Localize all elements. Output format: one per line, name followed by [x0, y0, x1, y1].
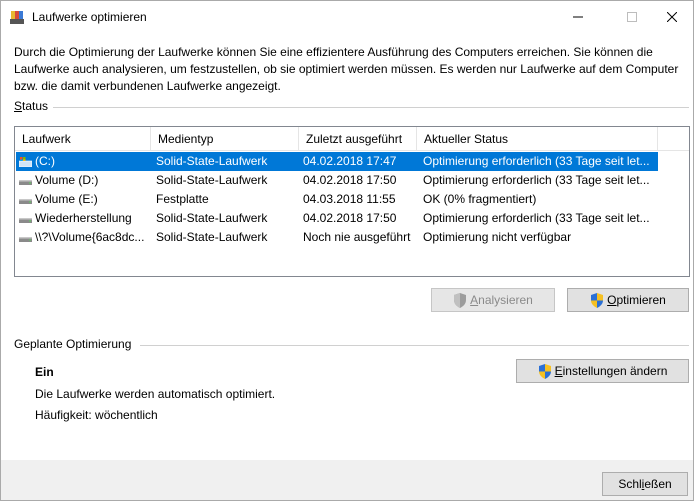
table-row[interactable]: \\?\Volume{6ac8dc... Solid-State-Laufwer…: [16, 228, 658, 247]
drive-icon: [19, 198, 32, 204]
minimize-button[interactable]: [555, 1, 601, 32]
column-header-media-type[interactable]: Medientyp: [151, 127, 299, 151]
change-settings-button[interactable]: Einstellungen ändern: [516, 359, 689, 383]
drive-icon: [19, 179, 32, 185]
close-label-rest: eßen: [644, 477, 672, 491]
last-run-cell: 04.03.2018 11:55: [303, 192, 396, 206]
status-divider: [53, 107, 689, 108]
status-accel: S: [14, 99, 23, 113]
table-row[interactable]: Volume (E:) Festplatte 04.03.2018 11:55 …: [16, 190, 658, 209]
media-type-cell: Solid-State-Laufwerk: [156, 173, 268, 187]
optimize-button[interactable]: Optimieren: [567, 288, 689, 312]
analyze-button[interactable]: Analysieren: [431, 288, 555, 312]
drive-name: (C:): [35, 154, 55, 168]
uac-shield-icon: [591, 292, 604, 308]
analyze-label: Analysieren: [470, 293, 533, 307]
drive-cell: Wiederherstellung: [19, 209, 151, 228]
drive-cell: Volume (D:): [19, 171, 151, 190]
scheduled-description: Die Laufwerke werden automatisch optimie…: [35, 387, 276, 401]
analyze-accel: A: [470, 293, 479, 307]
status-cell: OK (0% fragmentiert): [423, 192, 537, 206]
scheduled-frequency: Häufigkeit: wöchentlich: [35, 408, 158, 422]
column-header-current-status[interactable]: Aktueller Status: [417, 127, 658, 151]
system-drive-icon: [19, 156, 32, 167]
close-icon: [667, 11, 677, 22]
maximize-icon: [627, 11, 637, 22]
status-label-rest: tatus: [22, 99, 49, 113]
optimize-drives-window: Laufwerke optimieren Durch die Optimieru…: [0, 0, 694, 501]
drive-name: Wiederherstellung: [35, 211, 132, 225]
drive-list[interactable]: Laufwerk Medientyp Zuletzt ausgeführt Ak…: [14, 126, 690, 277]
drive-cell: Volume (E:): [19, 190, 151, 209]
last-run-cell: 04.02.2018 17:47: [303, 154, 397, 168]
dialog-footer: [1, 460, 693, 500]
drive-cell: \\?\Volume{6ac8dc...: [19, 228, 151, 247]
close-label-prefix: Schl: [618, 477, 642, 491]
settings-label-rest: instellungen ändern: [562, 364, 668, 378]
media-type-cell: Solid-State-Laufwerk: [156, 230, 268, 244]
drive-icon: [19, 236, 32, 242]
title-bar[interactable]: Laufwerke optimieren: [1, 1, 693, 32]
window-title: Laufwerke optimieren: [32, 10, 147, 24]
optimize-label-rest: ptimieren: [616, 293, 666, 307]
table-row[interactable]: Volume (D:) Solid-State-Laufwerk 04.02.2…: [16, 171, 658, 190]
close-label: Schließen: [618, 477, 671, 491]
status-cell: Optimierung nicht verfügbar: [423, 230, 572, 244]
last-run-cell: Noch nie ausgeführt: [303, 230, 411, 244]
media-type-cell: Solid-State-Laufwerk: [156, 211, 268, 225]
status-cell: Optimierung erforderlich (33 Tage seit l…: [423, 154, 650, 168]
optimize-label: Optimieren: [607, 293, 666, 307]
app-icon: [10, 11, 24, 24]
drive-icon: [19, 217, 32, 223]
column-header-last-run[interactable]: Zuletzt ausgeführt: [299, 127, 417, 151]
close-window-button[interactable]: [649, 1, 694, 32]
uac-shield-icon: [538, 363, 551, 379]
last-run-cell: 04.02.2018 17:50: [303, 211, 397, 225]
drive-name: Volume (E:): [35, 192, 98, 206]
status-section-label: Status: [14, 99, 48, 113]
change-settings-label: Einstellungen ändern: [555, 364, 668, 378]
settings-accel: E: [554, 364, 563, 378]
column-header-drive[interactable]: Laufwerk: [15, 127, 151, 151]
media-type-cell: Solid-State-Laufwerk: [156, 154, 268, 168]
drive-cell: (C:): [19, 152, 151, 171]
table-row[interactable]: (C:) Solid-State-Laufwerk 04.02.2018 17:…: [16, 152, 658, 171]
drive-name: \\?\Volume{6ac8dc...: [35, 230, 145, 244]
scheduled-section-label: Geplante Optimierung: [14, 337, 132, 351]
media-type-cell: Festplatte: [156, 192, 209, 206]
drive-name: Volume (D:): [35, 173, 99, 187]
uac-shield-icon: [454, 292, 467, 308]
last-run-cell: 04.02.2018 17:50: [303, 173, 397, 187]
scheduled-divider: [140, 345, 689, 346]
intro-text: Durch die Optimierung der Laufwerke könn…: [14, 45, 679, 93]
minimize-icon: [573, 16, 583, 17]
scheduled-state: Ein: [35, 365, 54, 379]
analyze-label-rest: nalysieren: [478, 293, 533, 307]
table-row[interactable]: Wiederherstellung Solid-State-Laufwerk 0…: [16, 209, 658, 228]
table-header: Laufwerk Medientyp Zuletzt ausgeführt Ak…: [15, 127, 689, 151]
status-cell: Optimierung erforderlich (33 Tage seit l…: [423, 211, 650, 225]
status-cell: Optimierung erforderlich (33 Tage seit l…: [423, 173, 650, 187]
close-button[interactable]: Schließen: [602, 472, 688, 496]
